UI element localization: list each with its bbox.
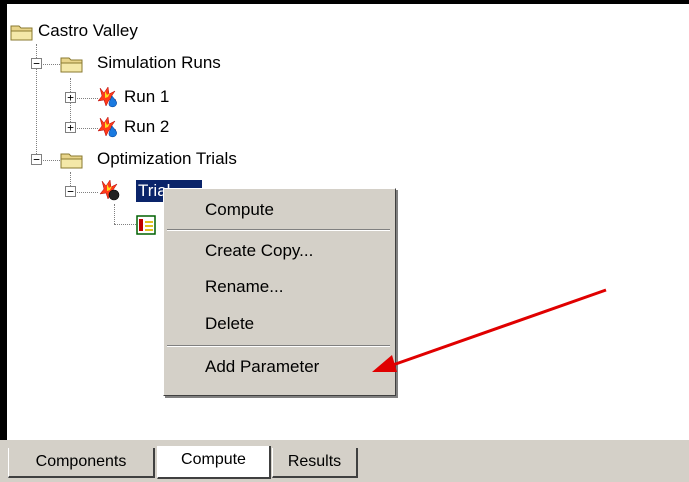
- menu-item-add-parameter[interactable]: Add Parameter: [166, 351, 391, 383]
- menu-item-create-copy[interactable]: Create Copy...: [166, 235, 391, 267]
- menu-item-delete[interactable]: Delete: [166, 308, 391, 340]
- menu-separator: [167, 345, 390, 347]
- tree-line: [114, 224, 136, 225]
- tree-item-label: Run 1: [124, 87, 170, 106]
- panel-left-border: [0, 0, 7, 445]
- tab-compute[interactable]: Compute: [157, 446, 271, 479]
- tree-item-label: Castro Valley: [38, 21, 138, 40]
- tree-line: [114, 204, 115, 224]
- tab-components[interactable]: Components: [8, 448, 155, 478]
- menu-item-rename[interactable]: Rename...: [166, 271, 391, 303]
- tree-item-label: Simulation Runs: [97, 53, 221, 72]
- parameter-table-icon[interactable]: [136, 214, 158, 236]
- menu-item-compute[interactable]: Compute: [166, 194, 391, 226]
- simulation-run-icon: [97, 86, 117, 108]
- collapse-toggle[interactable]: −: [31, 58, 42, 69]
- context-menu: Compute Create Copy... Rename... Delete …: [163, 188, 396, 396]
- optimization-trial-icon: [99, 179, 120, 201]
- tree-item-label: Run 2: [124, 117, 170, 136]
- menu-separator: [167, 229, 390, 231]
- folder-open-icon: [60, 57, 83, 73]
- expand-toggle[interactable]: +: [65, 92, 76, 103]
- collapse-toggle[interactable]: −: [31, 154, 42, 165]
- panel-top-border: [0, 0, 689, 4]
- folder-open-icon: [60, 153, 83, 169]
- tree-item-label: Optimization Trials: [97, 149, 237, 168]
- expand-toggle[interactable]: +: [65, 122, 76, 133]
- simulation-run-icon: [97, 116, 117, 138]
- tab-results[interactable]: Results: [272, 448, 358, 478]
- folder-open-icon: [10, 25, 33, 41]
- collapse-toggle[interactable]: −: [65, 186, 76, 197]
